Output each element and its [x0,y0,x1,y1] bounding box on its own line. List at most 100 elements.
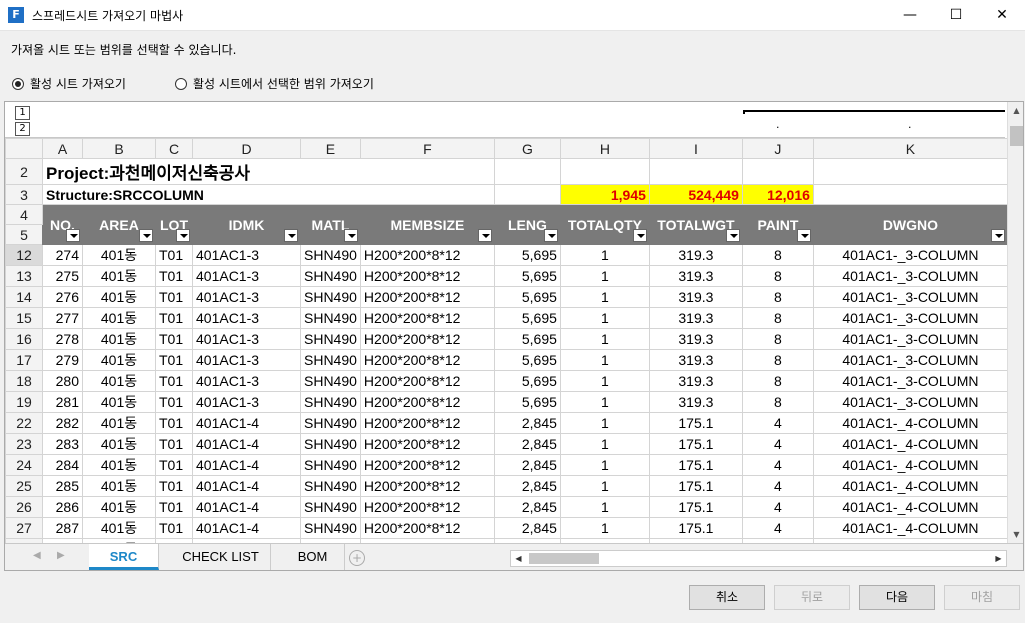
field-header[interactable]: LOT [155,204,193,245]
cell[interactable]: 401동 [82,349,156,371]
field-header[interactable]: PAINT [741,204,814,245]
cell[interactable]: 401동 [82,307,156,329]
scroll-thumb[interactable] [1010,126,1023,146]
cell[interactable]: H200*200*8*12 [359,328,495,350]
cell[interactable]: 1 [559,286,650,308]
cell[interactable]: 8 [741,244,814,266]
cell[interactable] [812,184,1008,205]
maximize-button[interactable]: ☐ [933,0,979,31]
tab-bom[interactable]: BOM [281,544,345,570]
cell[interactable]: SHN490 [300,349,361,371]
field-header[interactable]: TOTALQTY [559,204,650,245]
cell[interactable]: 4 [741,496,814,518]
sheet-grid[interactable]: ABCDEFGHIJK 2 Project:과천메이저신축공사 3 Struct… [5,138,1008,560]
cell[interactable]: H200*200*8*12 [359,454,495,476]
cell[interactable]: 319.3 [648,244,743,266]
row-header[interactable]: 24 [5,454,43,476]
field-header[interactable]: MATL [300,204,361,245]
cell[interactable] [493,158,561,185]
cell[interactable]: 2,845 [493,475,561,497]
cell[interactable]: 175.1 [648,496,743,518]
cell[interactable] [493,184,561,205]
cell[interactable]: 2,845 [493,454,561,476]
cell[interactable]: 401동 [82,496,156,518]
cell[interactable]: 401AC1-3 [192,391,301,413]
cell[interactable]: 401AC1-3 [192,370,301,392]
cell[interactable]: H200*200*8*12 [359,307,495,329]
cell[interactable]: 401AC1-_4-COLUMN [812,454,1008,476]
scroll-down-icon[interactable]: ▼ [1008,526,1023,543]
cell[interactable]: 5,695 [493,244,561,266]
field-header[interactable]: NO. [42,204,83,245]
field-header[interactable]: TOTALWGT [648,204,743,245]
tab-prev-icon[interactable]: ◀ [33,550,41,561]
cell[interactable]: 319.3 [648,328,743,350]
cell[interactable]: 401AC1-4 [192,433,301,455]
cell[interactable]: 8 [741,349,814,371]
cell[interactable]: 319.3 [648,370,743,392]
cell[interactable]: 401AC1-4 [192,475,301,497]
cell[interactable]: T01 [155,454,193,476]
cell[interactable]: 401동 [82,370,156,392]
cell[interactable]: 279 [42,349,83,371]
cell[interactable]: T01 [155,433,193,455]
cell[interactable]: 4 [741,433,814,455]
cell[interactable]: 1 [559,265,650,287]
column-header[interactable]: K [812,138,1008,159]
column-header[interactable]: C [155,138,193,159]
cell[interactable]: 401AC1-_3-COLUMN [812,244,1008,266]
field-header[interactable]: AREA [82,204,156,245]
field-header[interactable]: DWGNO [812,204,1008,245]
cell[interactable]: 401AC1-_3-COLUMN [812,307,1008,329]
cell[interactable]: 5,695 [493,307,561,329]
column-header[interactable]: F [359,138,495,159]
row-header[interactable]: 18 [5,370,43,392]
cell[interactable]: 5,695 [493,286,561,308]
field-header[interactable]: LENG [493,204,561,245]
cell[interactable]: T01 [155,286,193,308]
tab-check-list[interactable]: CHECK LIST [171,544,271,570]
row-header[interactable]: 25 [5,475,43,497]
cell[interactable]: 5,695 [493,370,561,392]
cell[interactable]: 1 [559,475,650,497]
cell[interactable]: 401동 [82,244,156,266]
cell[interactable]: SHN490 [300,244,361,266]
cell[interactable]: 401AC1-4 [192,496,301,518]
cell[interactable]: T01 [155,496,193,518]
cell[interactable]: 401동 [82,286,156,308]
cell[interactable]: 401AC1-_4-COLUMN [812,412,1008,434]
structure-title-cell[interactable]: Structure:SRCCOLUMN [42,184,495,205]
cell[interactable]: 175.1 [648,475,743,497]
column-header[interactable]: I [648,138,743,159]
column-header[interactable]: H [559,138,650,159]
radio-dot-icon[interactable] [12,77,24,90]
row-header[interactable]: 12 [5,244,43,266]
cell[interactable] [812,158,1008,185]
cancel-button[interactable]: 취소 [689,585,765,610]
cell[interactable]: 281 [42,391,83,413]
filter-dropdown-icon[interactable] [139,229,153,242]
cell[interactable]: H200*200*8*12 [359,265,495,287]
column-header[interactable]: J [741,138,814,159]
cell[interactable]: H200*200*8*12 [359,412,495,434]
cell[interactable]: SHN490 [300,496,361,518]
filter-dropdown-icon[interactable] [176,229,190,242]
cell[interactable]: 8 [741,286,814,308]
tab-next-icon[interactable]: ▶ [57,550,65,561]
cell[interactable]: H200*200*8*12 [359,496,495,518]
cell[interactable]: 4 [741,454,814,476]
cell[interactable]: SHN490 [300,370,361,392]
cell[interactable]: 1 [559,370,650,392]
cell[interactable]: 319.3 [648,349,743,371]
cell[interactable]: 175.1 [648,433,743,455]
row-header[interactable]: 26 [5,496,43,518]
cell[interactable]: SHN490 [300,517,361,539]
cell[interactable]: 401동 [82,517,156,539]
cell[interactable]: 401AC1-_4-COLUMN [812,517,1008,539]
cell[interactable]: 401AC1-_3-COLUMN [812,391,1008,413]
cell[interactable]: 4 [741,517,814,539]
cell[interactable]: 280 [42,370,83,392]
column-header[interactable]: G [493,138,561,159]
cell[interactable]: 401AC1-4 [192,517,301,539]
cell[interactable]: SHN490 [300,307,361,329]
